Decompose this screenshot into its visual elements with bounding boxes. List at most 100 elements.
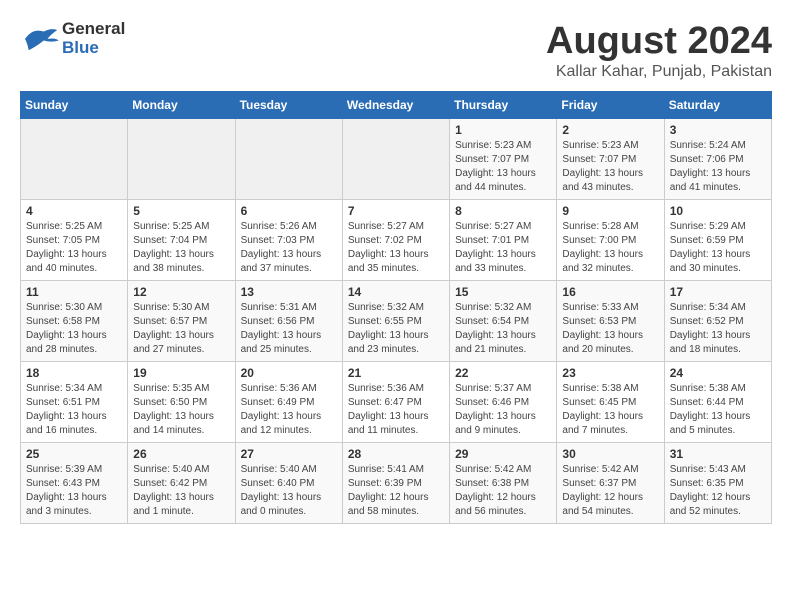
day-number: 13 [241, 285, 337, 299]
calendar-table: SundayMondayTuesdayWednesdayThursdayFrid… [20, 91, 772, 524]
calendar-day-cell: 31 Sunrise: 5:43 AM Sunset: 6:35 PM Dayli… [664, 443, 771, 524]
day-info: Sunrise: 5:31 AM Sunset: 6:56 PM Dayligh… [241, 301, 337, 357]
day-info: Sunrise: 5:23 AM Sunset: 7:07 PM Dayligh… [562, 139, 658, 195]
day-number: 14 [348, 285, 444, 299]
day-info: Sunrise: 5:24 AM Sunset: 7:06 PM Dayligh… [670, 139, 766, 195]
day-number: 2 [562, 123, 658, 137]
day-info: Sunrise: 5:40 AM Sunset: 6:42 PM Dayligh… [133, 463, 229, 519]
day-info: Sunrise: 5:37 AM Sunset: 6:46 PM Dayligh… [455, 382, 551, 438]
calendar-day-cell: 16 Sunrise: 5:33 AM Sunset: 6:53 PM Dayli… [557, 281, 664, 362]
weekday-header: Saturday [664, 92, 771, 119]
calendar-day-cell: 15Sunrise: 5:32 AM Sunset: 6:54 PM Dayli… [450, 281, 557, 362]
calendar-day-cell: 12 Sunrise: 5:30 AM Sunset: 6:57 PM Dayli… [128, 281, 235, 362]
calendar-week-row: 4 Sunrise: 5:25 AM Sunset: 7:05 PM Daylig… [21, 200, 772, 281]
calendar-day-cell [342, 119, 449, 200]
calendar-day-cell: 8Sunrise: 5:27 AM Sunset: 7:01 PM Daylig… [450, 200, 557, 281]
day-info: Sunrise: 5:30 AM Sunset: 6:58 PM Dayligh… [26, 301, 122, 357]
day-number: 25 [26, 447, 122, 461]
calendar-day-cell: 26 Sunrise: 5:40 AM Sunset: 6:42 PM Dayli… [128, 443, 235, 524]
calendar-day-cell: 9 Sunrise: 5:28 AM Sunset: 7:00 PM Daylig… [557, 200, 664, 281]
day-number: 4 [26, 204, 122, 218]
calendar-day-cell: 19 Sunrise: 5:35 AM Sunset: 6:50 PM Dayli… [128, 362, 235, 443]
calendar-week-row: 18Sunrise: 5:34 AM Sunset: 6:51 PM Dayli… [21, 362, 772, 443]
day-number: 9 [562, 204, 658, 218]
day-number: 22 [455, 366, 551, 380]
day-number: 23 [562, 366, 658, 380]
logo-text: General Blue [62, 20, 125, 57]
day-info: Sunrise: 5:42 AM Sunset: 6:37 PM Dayligh… [562, 463, 658, 519]
logo: General Blue [20, 20, 125, 57]
calendar-day-cell: 21Sunrise: 5:36 AM Sunset: 6:47 PM Dayli… [342, 362, 449, 443]
calendar-day-cell: 25 Sunrise: 5:39 AM Sunset: 6:43 PM Dayli… [21, 443, 128, 524]
calendar-day-cell: 3 Sunrise: 5:24 AM Sunset: 7:06 PM Daylig… [664, 119, 771, 200]
calendar-day-cell: 17 Sunrise: 5:34 AM Sunset: 6:52 PM Dayli… [664, 281, 771, 362]
weekday-header: Friday [557, 92, 664, 119]
day-info: Sunrise: 5:33 AM Sunset: 6:53 PM Dayligh… [562, 301, 658, 357]
day-info: Sunrise: 5:30 AM Sunset: 6:57 PM Dayligh… [133, 301, 229, 357]
calendar-day-cell: 18Sunrise: 5:34 AM Sunset: 6:51 PM Dayli… [21, 362, 128, 443]
calendar-day-cell: 2 Sunrise: 5:23 AM Sunset: 7:07 PM Daylig… [557, 119, 664, 200]
day-info: Sunrise: 5:32 AM Sunset: 6:54 PM Dayligh… [455, 301, 551, 357]
day-number: 3 [670, 123, 766, 137]
logo-general: General [62, 20, 125, 39]
day-number: 19 [133, 366, 229, 380]
calendar-week-row: 1 Sunrise: 5:23 AM Sunset: 7:07 PM Daylig… [21, 119, 772, 200]
day-number: 5 [133, 204, 229, 218]
logo-icon [20, 24, 60, 54]
day-info: Sunrise: 5:35 AM Sunset: 6:50 PM Dayligh… [133, 382, 229, 438]
day-number: 26 [133, 447, 229, 461]
calendar-day-cell: 11 Sunrise: 5:30 AM Sunset: 6:58 PM Dayli… [21, 281, 128, 362]
day-info: Sunrise: 5:43 AM Sunset: 6:35 PM Dayligh… [670, 463, 766, 519]
day-info: Sunrise: 5:34 AM Sunset: 6:52 PM Dayligh… [670, 301, 766, 357]
day-info: Sunrise: 5:27 AM Sunset: 7:02 PM Dayligh… [348, 220, 444, 276]
day-number: 27 [241, 447, 337, 461]
day-info: Sunrise: 5:26 AM Sunset: 7:03 PM Dayligh… [241, 220, 337, 276]
day-info: Sunrise: 5:38 AM Sunset: 6:45 PM Dayligh… [562, 382, 658, 438]
calendar-day-cell: 4 Sunrise: 5:25 AM Sunset: 7:05 PM Daylig… [21, 200, 128, 281]
page-title: August 2024 [546, 20, 772, 63]
day-number: 17 [670, 285, 766, 299]
day-info: Sunrise: 5:39 AM Sunset: 6:43 PM Dayligh… [26, 463, 122, 519]
day-info: Sunrise: 5:25 AM Sunset: 7:05 PM Dayligh… [26, 220, 122, 276]
day-number: 29 [455, 447, 551, 461]
weekday-header: Tuesday [235, 92, 342, 119]
calendar-day-cell: 1Sunrise: 5:23 AM Sunset: 7:07 PM Daylig… [450, 119, 557, 200]
weekday-header: Wednesday [342, 92, 449, 119]
calendar-day-cell [235, 119, 342, 200]
day-number: 24 [670, 366, 766, 380]
day-info: Sunrise: 5:38 AM Sunset: 6:44 PM Dayligh… [670, 382, 766, 438]
day-info: Sunrise: 5:40 AM Sunset: 6:40 PM Dayligh… [241, 463, 337, 519]
calendar-day-cell: 13 Sunrise: 5:31 AM Sunset: 6:56 PM Dayli… [235, 281, 342, 362]
day-info: Sunrise: 5:36 AM Sunset: 6:47 PM Dayligh… [348, 382, 444, 438]
day-number: 8 [455, 204, 551, 218]
page-subtitle: Kallar Kahar, Punjab, Pakistan [546, 63, 772, 81]
weekday-header: Thursday [450, 92, 557, 119]
calendar-header-row: SundayMondayTuesdayWednesdayThursdayFrid… [21, 92, 772, 119]
day-info: Sunrise: 5:42 AM Sunset: 6:38 PM Dayligh… [455, 463, 551, 519]
day-number: 31 [670, 447, 766, 461]
day-number: 16 [562, 285, 658, 299]
day-number: 11 [26, 285, 122, 299]
weekday-header: Monday [128, 92, 235, 119]
calendar-day-cell: 27 Sunrise: 5:40 AM Sunset: 6:40 PM Dayli… [235, 443, 342, 524]
day-number: 7 [348, 204, 444, 218]
calendar-day-cell: 24 Sunrise: 5:38 AM Sunset: 6:44 PM Dayli… [664, 362, 771, 443]
page-header: General Blue August 2024 Kallar Kahar, P… [20, 20, 772, 81]
calendar-day-cell: 20Sunrise: 5:36 AM Sunset: 6:49 PM Dayli… [235, 362, 342, 443]
calendar-day-cell: 29 Sunrise: 5:42 AM Sunset: 6:38 PM Dayli… [450, 443, 557, 524]
calendar-week-row: 25 Sunrise: 5:39 AM Sunset: 6:43 PM Dayli… [21, 443, 772, 524]
day-info: Sunrise: 5:29 AM Sunset: 6:59 PM Dayligh… [670, 220, 766, 276]
calendar-day-cell: 23 Sunrise: 5:38 AM Sunset: 6:45 PM Dayli… [557, 362, 664, 443]
day-info: Sunrise: 5:41 AM Sunset: 6:39 PM Dayligh… [348, 463, 444, 519]
calendar-day-cell: 22 Sunrise: 5:37 AM Sunset: 6:46 PM Dayli… [450, 362, 557, 443]
calendar-day-cell [128, 119, 235, 200]
logo-blue: Blue [62, 39, 125, 58]
day-number: 12 [133, 285, 229, 299]
calendar-day-cell: 28 Sunrise: 5:41 AM Sunset: 6:39 PM Dayli… [342, 443, 449, 524]
day-number: 10 [670, 204, 766, 218]
day-info: Sunrise: 5:28 AM Sunset: 7:00 PM Dayligh… [562, 220, 658, 276]
day-number: 6 [241, 204, 337, 218]
calendar-day-cell: 5Sunrise: 5:25 AM Sunset: 7:04 PM Daylig… [128, 200, 235, 281]
day-number: 28 [348, 447, 444, 461]
day-number: 1 [455, 123, 551, 137]
